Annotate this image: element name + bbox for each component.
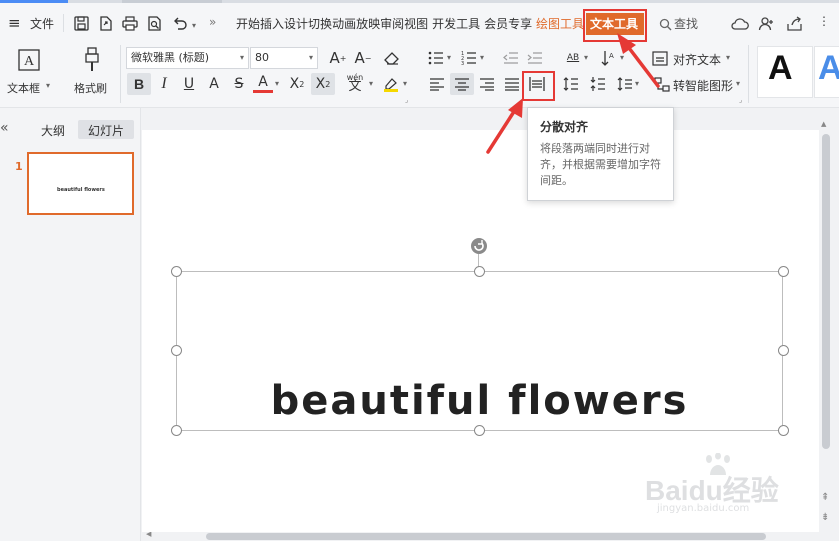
- arrow-to-distributed-align: [486, 108, 517, 154]
- arrow-to-text-tools: [624, 42, 660, 88]
- annotation-arrows: [486, 33, 660, 154]
